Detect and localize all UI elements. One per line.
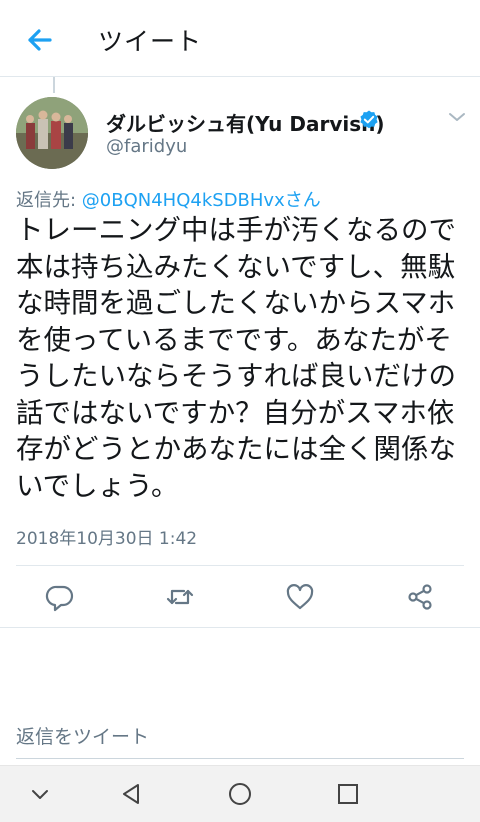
verified-badge-icon xyxy=(358,109,380,131)
page-title: ツイート xyxy=(98,27,203,56)
reply-button[interactable] xyxy=(44,581,76,613)
user-handle[interactable]: @faridyu xyxy=(106,136,187,157)
divider xyxy=(16,565,464,566)
avatar[interactable] xyxy=(16,97,88,169)
like-button[interactable] xyxy=(284,581,316,613)
triangle-back-icon xyxy=(123,784,139,804)
share-icon xyxy=(408,584,432,610)
nav-back-button[interactable] xyxy=(118,780,146,808)
reply-to-line: 返信先: @0BQN4HQ4kSDBHvxさん xyxy=(16,186,321,212)
chevron-down-icon xyxy=(449,113,465,121)
share-button[interactable] xyxy=(404,581,436,613)
chevron-down-icon xyxy=(32,790,48,799)
arrow-left-icon xyxy=(28,29,52,51)
tweet-actions-bar xyxy=(0,568,480,626)
retweet-icon xyxy=(166,589,194,605)
reply-mention-link[interactable]: @0BQN4HQ4kSDBHvxさん xyxy=(82,190,321,211)
nav-recents-button[interactable] xyxy=(334,780,362,808)
reply-input-underline xyxy=(16,758,464,759)
divider xyxy=(0,627,480,628)
circle-home-icon xyxy=(229,783,251,805)
retweet-button[interactable] xyxy=(164,581,196,613)
nav-home-button[interactable] xyxy=(226,780,254,808)
tweet-text: トレーニング中は手が汚くなるので本は持ち込みたくないですし、無駄な時間を過ごした… xyxy=(16,214,456,502)
square-recents-icon xyxy=(338,784,358,804)
top-app-bar: ツイート xyxy=(0,0,480,77)
reply-to-label: 返信先: xyxy=(16,190,82,211)
nav-hide-button[interactable] xyxy=(26,780,54,808)
tweet-timestamp[interactable]: 2018年10月30日 1:42 xyxy=(16,524,197,549)
tweet-menu-button[interactable] xyxy=(446,108,468,126)
avatar-photo xyxy=(16,97,88,169)
back-button[interactable] xyxy=(20,22,60,58)
reply-icon xyxy=(45,585,74,612)
reply-input[interactable]: 返信をツイート xyxy=(16,722,149,749)
thread-connector-line xyxy=(53,77,55,93)
system-navigation-bar xyxy=(0,765,480,822)
heart-icon xyxy=(286,584,314,610)
display-name[interactable]: ダルビッシュ有(Yu Darvish) xyxy=(106,108,385,137)
